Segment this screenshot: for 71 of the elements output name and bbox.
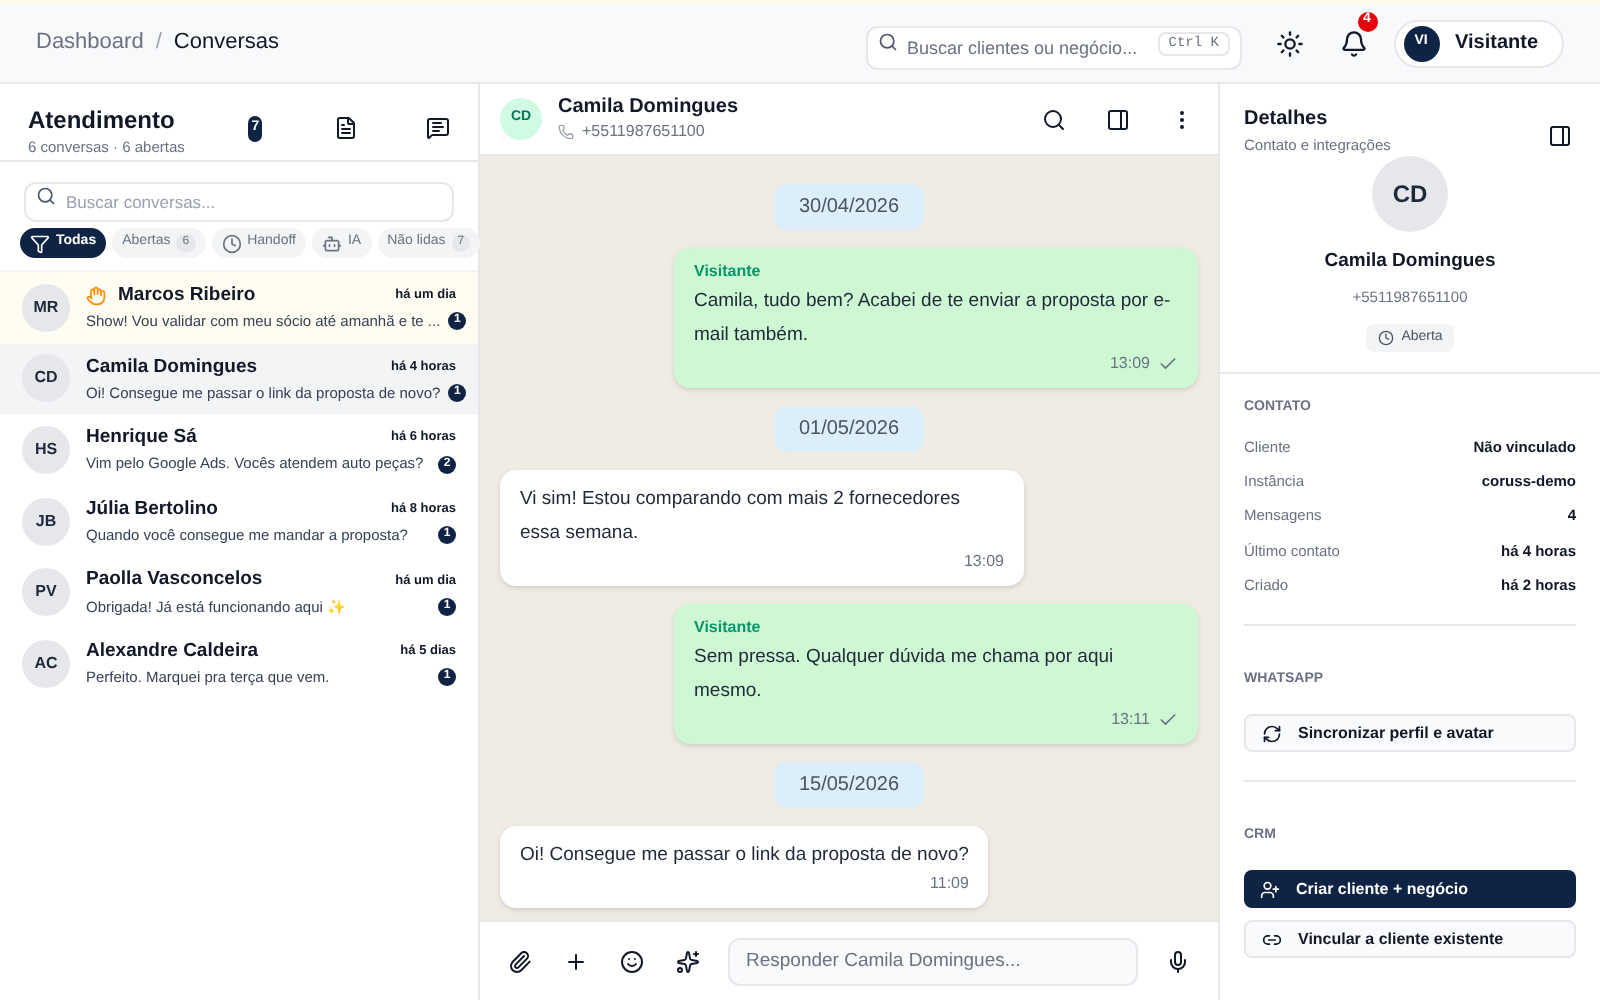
date-chip: 30/04/2026	[774, 184, 924, 230]
contact-avatar: CD	[22, 354, 70, 403]
message-text: Sem pressa. Qualquer dúvida me chama por aqui mesmo.	[694, 644, 1116, 706]
clock-icon	[1377, 330, 1394, 346]
message-text: Vi sim! Estou comparando com mais 2 fornecedores essa semana.	[520, 486, 963, 548]
link-icon	[1262, 929, 1282, 949]
search-icon	[1042, 107, 1066, 131]
contact-name: Camila Domingues	[86, 353, 260, 382]
create-client-button[interactable]: Criar cliente + negócio	[1244, 870, 1576, 908]
emoji-button[interactable]	[616, 945, 648, 977]
contact-name: Júlia Bertolino	[86, 495, 220, 524]
check-icon	[1158, 354, 1178, 374]
conversation-search-field[interactable]: Buscar conversas...	[24, 182, 454, 222]
contact-name: Henrique Sá	[86, 424, 199, 453]
filter-icon	[30, 233, 50, 253]
search-icon	[36, 186, 56, 206]
smiley-icon	[620, 949, 644, 973]
quick-replies-button[interactable]	[426, 112, 450, 144]
refresh-icon	[1262, 723, 1282, 743]
check-icon	[1158, 710, 1178, 730]
clock-icon	[221, 233, 242, 253]
user-name: Visitante	[1455, 30, 1538, 58]
link-client-button[interactable]: Vincular a cliente existente	[1244, 920, 1576, 958]
contact-avatar: MR	[22, 283, 70, 332]
date-chip: 01/05/2026	[774, 406, 924, 452]
date-chip: 15/05/2026	[774, 762, 924, 808]
message-icon	[426, 116, 450, 140]
message-time: 13:11	[1111, 708, 1150, 732]
contact-name: Paolla Vasconcelos	[86, 566, 265, 595]
message-text: Oi! Consegue me passar o link da proposta de novo?	[520, 842, 969, 870]
sender-name: Visitante	[694, 260, 763, 284]
breadcrumb-current: Conversas	[173, 28, 279, 59]
user-plus-icon	[1260, 879, 1280, 899]
contact-name: Camila Domingues	[558, 95, 739, 119]
reply-input[interactable]: Responder Camila Domingues...	[728, 937, 1138, 985]
phone-icon	[558, 123, 574, 139]
contact-avatar: AC	[22, 639, 70, 688]
sun-icon	[1275, 29, 1303, 57]
panel-title: Detalhes	[1244, 106, 1330, 134]
bell-icon	[1339, 29, 1367, 57]
message-time: 11:09	[930, 872, 969, 896]
contact-phone: +5511987651100	[582, 119, 705, 143]
panel-title: Atendimento	[28, 104, 177, 136]
search-icon	[877, 32, 897, 52]
sparkles-icon	[676, 949, 700, 973]
contact-name: Marcos Ribeiro	[118, 282, 258, 311]
sync-profile-button[interactable]: Sincronizar perfil e avatar	[1244, 714, 1576, 752]
message-text: Camila, tudo bem? Acabei de te enviar a proposta por e-mail também.	[694, 288, 1173, 350]
breadcrumb-separator: /	[155, 28, 162, 59]
contact-avatar: JB	[22, 497, 70, 546]
ai-button[interactable]	[672, 945, 704, 977]
templates-button[interactable]	[334, 112, 358, 144]
sender-name: Visitante	[694, 616, 763, 640]
contact-avatar: HS	[22, 425, 70, 474]
robot-icon	[321, 233, 342, 253]
plus-icon	[564, 949, 588, 973]
panel-icon	[1106, 107, 1130, 131]
message-time: 13:09	[963, 550, 1004, 574]
hand-icon	[86, 286, 106, 307]
panel-icon	[1548, 124, 1572, 148]
contact-name: Camila Domingues	[1324, 248, 1496, 277]
contact-avatar: PV	[22, 568, 70, 617]
microphone-icon	[1166, 949, 1190, 973]
document-icon	[334, 116, 358, 140]
contact-name: Alexandre Caldeira	[86, 638, 261, 667]
message-time: 13:09	[1109, 352, 1150, 376]
breadcrumb-link[interactable]: Dashboard	[36, 26, 144, 60]
contact-avatar: CD	[1372, 156, 1448, 233]
attach-button[interactable]	[504, 945, 536, 977]
panel-toggle-button[interactable]	[1544, 120, 1576, 152]
paperclip-icon	[508, 949, 532, 973]
